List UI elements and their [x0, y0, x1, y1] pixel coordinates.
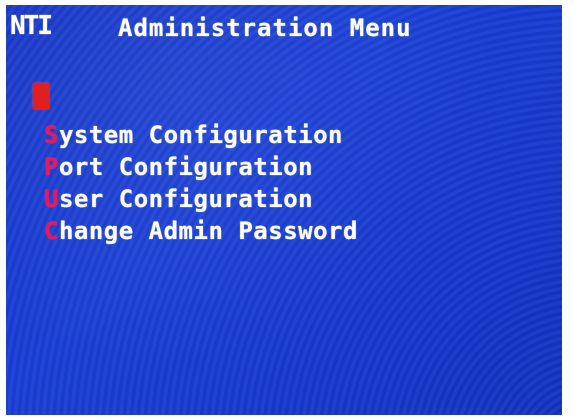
nti-logo: NTI — [10, 11, 53, 41]
menu-item-user-configuration[interactable]: User Configuration — [44, 184, 358, 216]
text-cursor — [33, 83, 49, 109]
menu-item-port-configuration[interactable]: Port Configuration — [44, 152, 358, 184]
page-title: Administration Menu — [118, 14, 412, 42]
menu-item-label: ort Configuration — [58, 153, 314, 181]
hotkey-letter: S — [44, 121, 59, 149]
hotkey-letter: P — [44, 153, 59, 181]
menu-item-change-admin-password[interactable]: Change Admin Password — [44, 216, 358, 248]
menu-item-label: ser Configuration — [58, 185, 314, 213]
admin-menu: System Configuration Port Configuration … — [44, 120, 358, 248]
menu-item-label: ystem Configuration — [58, 121, 343, 149]
hotkey-letter: U — [44, 185, 59, 213]
hotkey-letter: C — [44, 217, 59, 245]
osd-screen: NTI Administration Menu System Configura… — [6, 5, 562, 415]
menu-item-label: hange Admin Password — [58, 217, 358, 245]
menu-item-system-configuration[interactable]: System Configuration — [44, 120, 358, 152]
